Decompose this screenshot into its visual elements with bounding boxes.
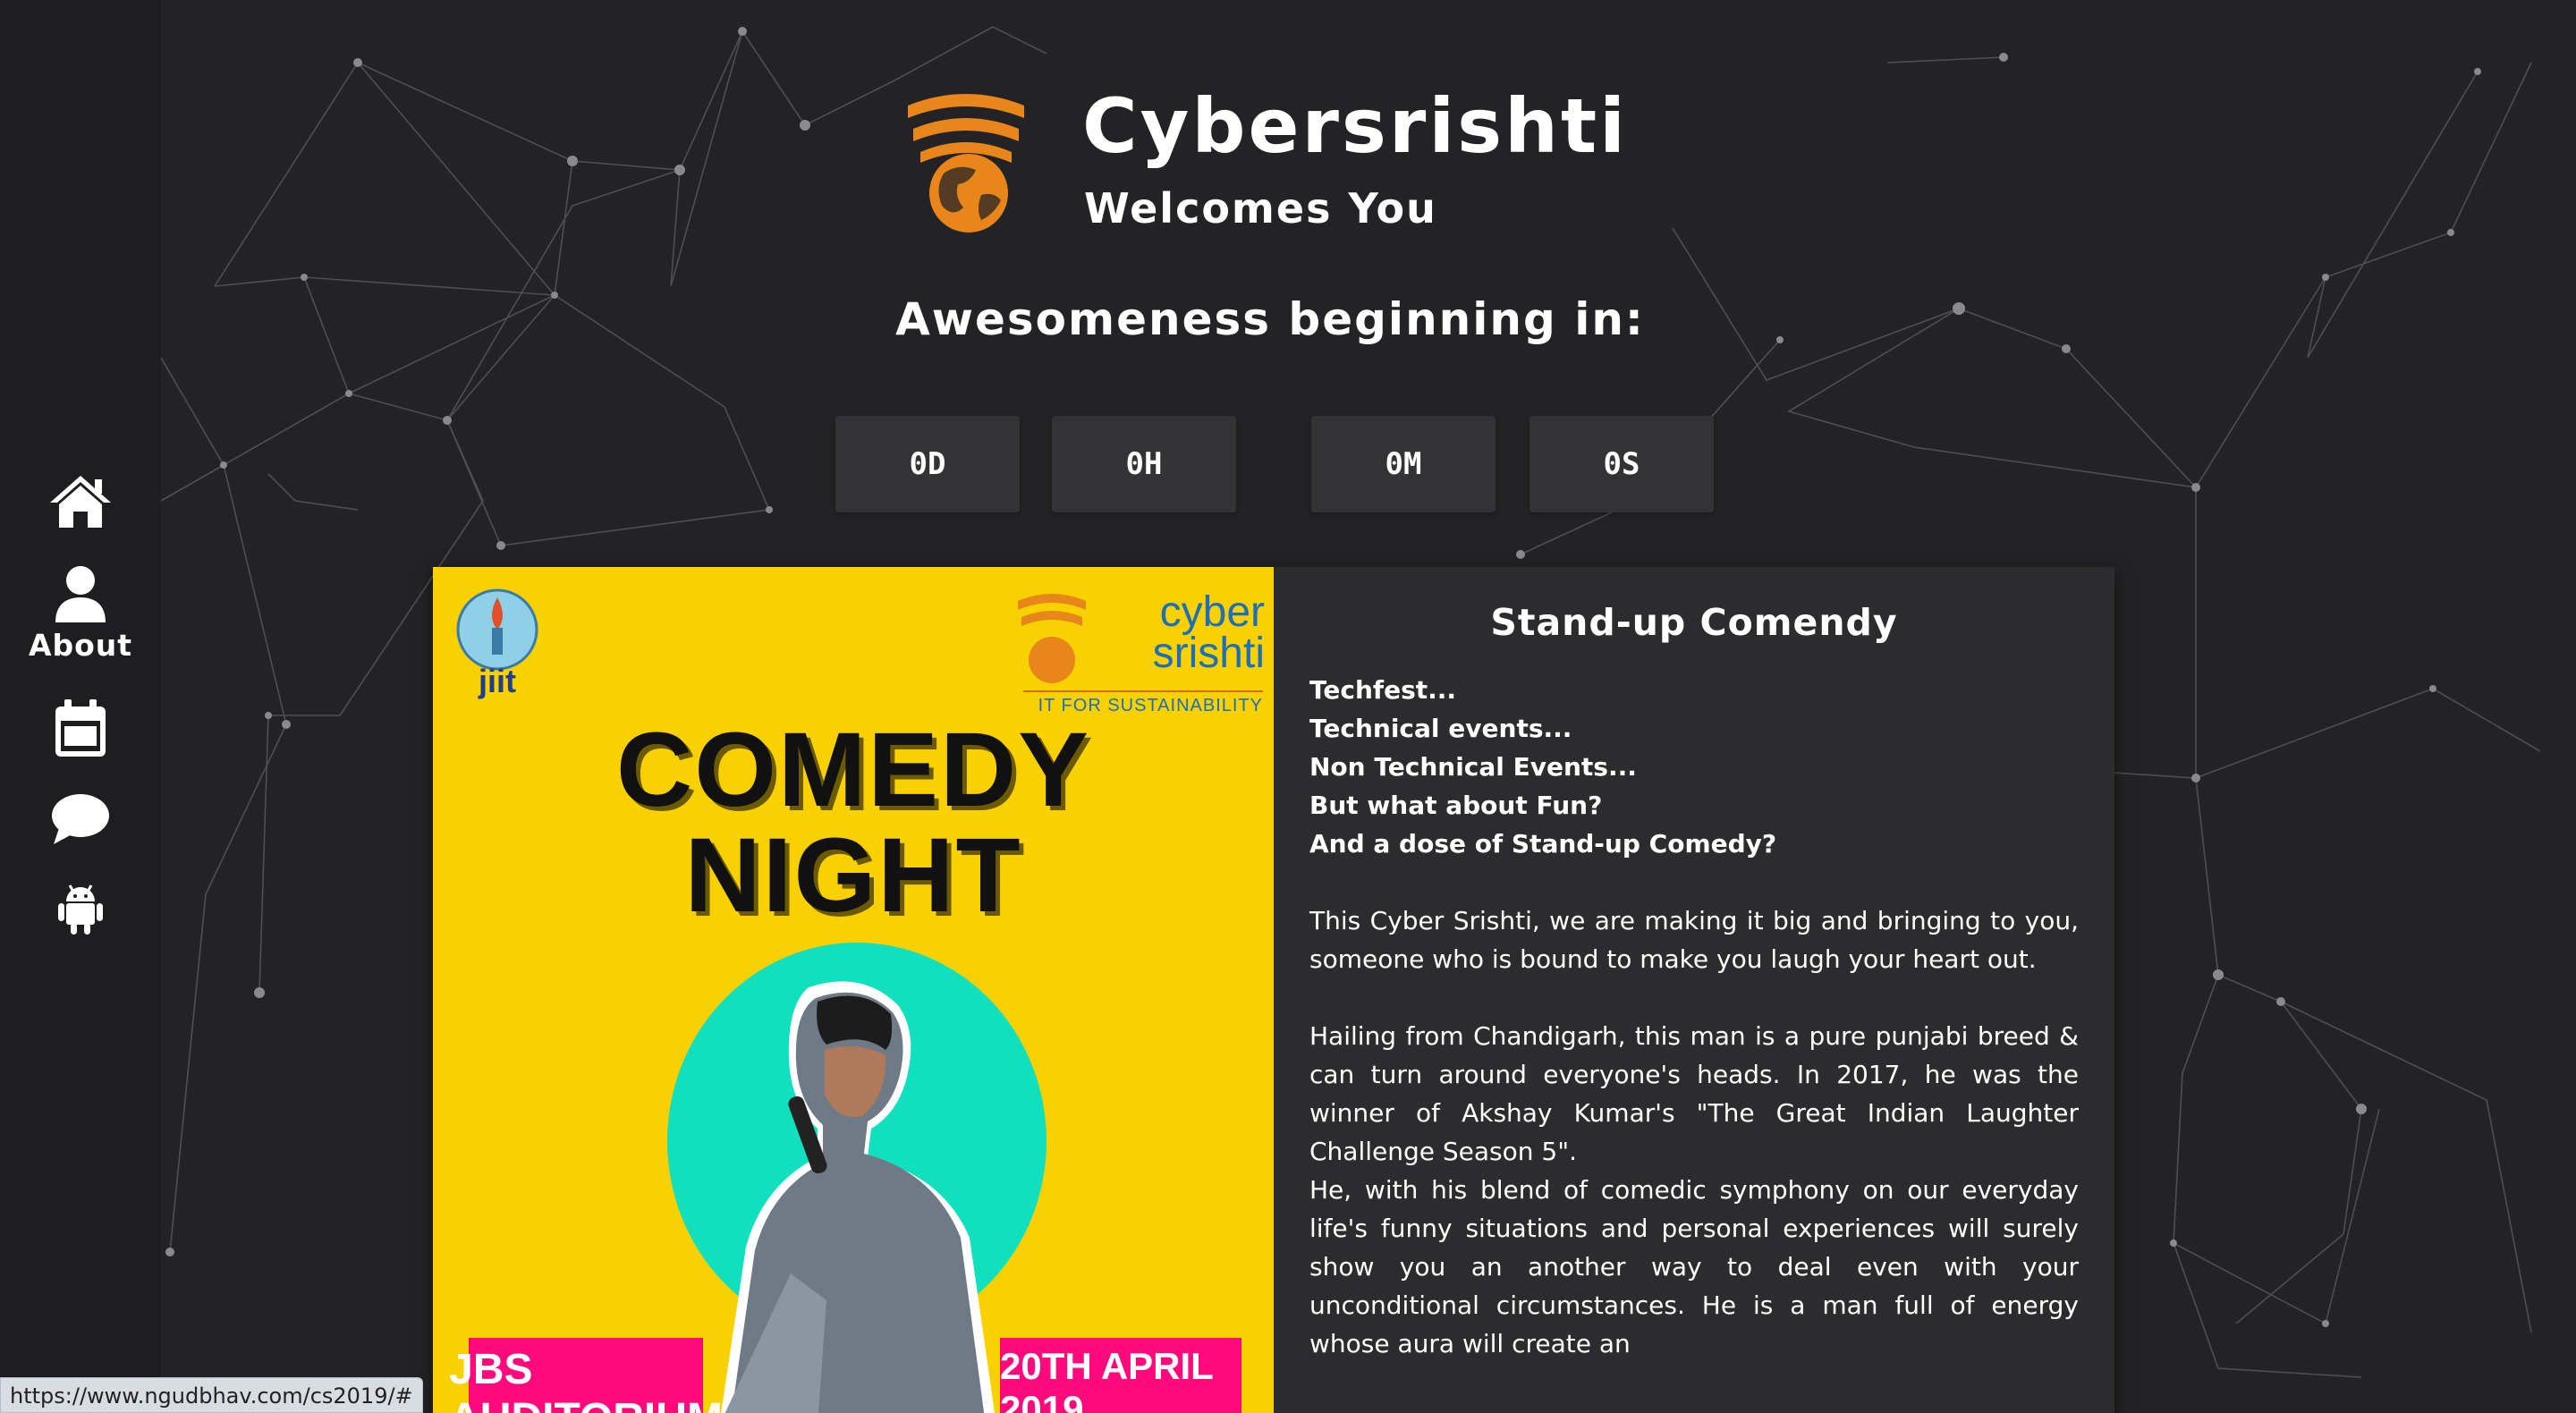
sidebar-item-home[interactable] <box>0 474 161 529</box>
countdown-seconds: 0S <box>1530 416 1714 512</box>
intro-line: Technical events... <box>1309 714 1572 743</box>
status-bar-url: https://www.ngudbhav.com/cs2019/# <box>0 1377 423 1413</box>
calendar-icon <box>55 699 106 757</box>
intro-line: But what about Fun? <box>1309 791 1603 820</box>
event-description: Stand-up Comendy Techfest... Technical e… <box>1309 601 2079 1363</box>
sidebar-item-android[interactable] <box>0 884 161 935</box>
institute-badge: jiit <box>456 588 538 699</box>
event-paragraph-3: He, with his blend of comedic symphony o… <box>1309 1175 2079 1358</box>
event-poster: jiit cyber srishti IT FOR SUSTAINABILITY… <box>433 567 1274 1413</box>
sidebar-item-events[interactable] <box>0 699 161 758</box>
poster-venue: JBS AUDITORIUM <box>449 1338 723 1413</box>
poster-title-line1: COMEDY <box>616 711 1090 829</box>
intro-line: Techfest... <box>1309 675 1457 705</box>
countdown-hours: 0H <box>1052 416 1236 512</box>
site-subtitle: Welcomes You <box>1084 184 1437 233</box>
countdown-minutes: 0M <box>1311 416 1496 512</box>
sidebar-item-chat[interactable] <box>0 792 161 846</box>
cybersrishti-logo-icon <box>908 94 1024 233</box>
intro-line: Non Technical Events... <box>1309 752 1637 782</box>
poster-logo-icon <box>1018 594 1086 683</box>
page: About Cybersrishti Welcomes You Awesomen… <box>0 0 2576 1413</box>
poster-date: 20TH APRIL 2019 <box>1000 1338 1241 1413</box>
event-card: jiit cyber srishti IT FOR SUSTAINABILITY… <box>433 567 2114 1413</box>
event-title: Stand-up Comendy <box>1490 601 1898 644</box>
poster-title: COMEDY NIGHT <box>433 717 1274 928</box>
sidebar-item-about[interactable]: About <box>0 565 161 663</box>
event-paragraph-1: This Cyber Srishti, we are making it big… <box>1309 906 2079 974</box>
android-icon <box>58 884 103 935</box>
chat-bubble-icon <box>52 794 109 844</box>
poster-title-line2: NIGHT <box>684 816 1022 935</box>
countdown-days: 0D <box>835 416 1020 512</box>
user-icon <box>55 566 106 622</box>
site-title: Cybersrishti <box>1082 82 1628 170</box>
sidebar-item-label: About <box>28 628 133 663</box>
intro-line: And a dose of Stand-up Comedy? <box>1309 829 1777 859</box>
countdown-heading: Awesomeness beginning in: <box>0 293 2540 345</box>
institute-badge-text: jiit <box>478 663 516 699</box>
home-icon <box>50 476 111 528</box>
performer-photo <box>721 981 995 1413</box>
countdown-heading-text: Awesomeness beginning in: <box>895 293 1645 345</box>
sidebar: About <box>0 0 161 1413</box>
event-paragraph-2: Hailing from Chandigarh, this man is a p… <box>1309 1021 2079 1166</box>
